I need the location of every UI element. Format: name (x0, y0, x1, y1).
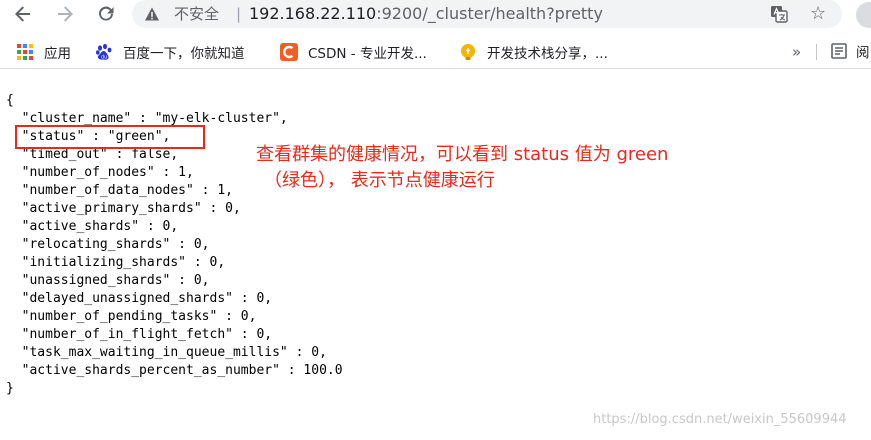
warning-triangle-icon[interactable] (144, 6, 160, 22)
translate-icon[interactable] (770, 5, 788, 23)
json-line: "initializing_shards" : 0, (6, 255, 226, 270)
profile-avatar[interactable] (856, 2, 871, 28)
bookmark-devstack[interactable]: 开发技术栈分享，... (459, 41, 608, 63)
json-line: { (6, 93, 14, 108)
annotation-line-1: 查看群集的健康情况，可以看到 status 值为 green (256, 144, 669, 165)
bookmark-baidu-label: 百度一下，你就知道 (123, 46, 245, 62)
bookmark-baidu[interactable]: du 百度一下，你就知道 (95, 41, 245, 63)
forward-button[interactable] (52, 1, 78, 27)
bookmarks-divider (816, 44, 817, 60)
json-line: "active_primary_shards" : 0, (6, 201, 241, 216)
json-line: "active_shards_percent_as_number" : 100.… (6, 363, 343, 378)
json-line: "delayed_unassigned_shards" : 0, (6, 291, 273, 306)
back-button[interactable] (10, 1, 36, 27)
browser-toolbar: 不安全 | 192.168.22.110:9200/_cluster/healt… (0, 0, 871, 29)
bookmark-devstack-label: 开发技术栈分享，... (487, 46, 608, 62)
json-line: "number_of_pending_tasks" : 0, (6, 309, 257, 324)
url-text[interactable]: 192.168.22.110:9200/_cluster/health?pret… (249, 4, 603, 24)
reading-list-label: 阅 (856, 45, 870, 61)
address-separator: | (236, 5, 242, 23)
json-line: "unassigned_shards" : 0, (6, 273, 210, 288)
url-host: 192.168.22.110 (249, 4, 377, 23)
json-line: "active_shards" : 0, (6, 219, 179, 234)
apps-grid-icon (16, 43, 34, 61)
json-line: "number_of_in_flight_fetch" : 0, (6, 327, 273, 342)
annotation-line-2: （绿色）， 表示节点健康运行 (264, 170, 495, 191)
arrow-left-icon (15, 6, 30, 22)
bookmarks-overflow-button[interactable]: » (792, 42, 801, 62)
watermark: https://blog.csdn.net/weixin_55609944 (593, 412, 847, 427)
bookmark-star-icon[interactable]: ☆ (810, 4, 826, 24)
reading-list-icon (831, 43, 847, 59)
bookmarks-bar: 应用 du 百度一下，你就知道 CSDN - 专业开发... 开发技术栈分享，.… (0, 36, 871, 69)
arrow-right-icon (58, 6, 73, 22)
json-line: "task_max_waiting_in_queue_millis" : 0, (6, 345, 327, 360)
lightbulb-icon (459, 43, 477, 61)
json-line: } (6, 381, 14, 396)
annotation-note: 查看群集的健康情况，可以看到 status 值为 green （绿色）， 表示节… (256, 142, 776, 194)
bookmark-apps[interactable]: 应用 (16, 41, 71, 63)
reload-icon (99, 6, 114, 21)
json-line: "relocating_shards" : 0, (6, 237, 210, 252)
bookmark-csdn-label: CSDN - 专业开发... (308, 46, 427, 62)
address-bar[interactable]: 不安全 | 192.168.22.110:9200/_cluster/healt… (132, 0, 842, 28)
status-highlight-box (15, 125, 205, 149)
reading-list-button[interactable]: 阅 (830, 41, 870, 61)
csdn-logo-icon (280, 43, 298, 61)
svg-text:du: du (101, 55, 107, 61)
bookmark-apps-label: 应用 (44, 46, 71, 62)
baidu-paw-icon: du (95, 43, 113, 61)
bookmark-csdn[interactable]: CSDN - 专业开发... (280, 41, 427, 63)
security-status-label[interactable]: 不安全 (174, 4, 219, 24)
reload-button[interactable] (93, 1, 119, 27)
url-path: :9200/_cluster/health?pretty (376, 4, 603, 23)
